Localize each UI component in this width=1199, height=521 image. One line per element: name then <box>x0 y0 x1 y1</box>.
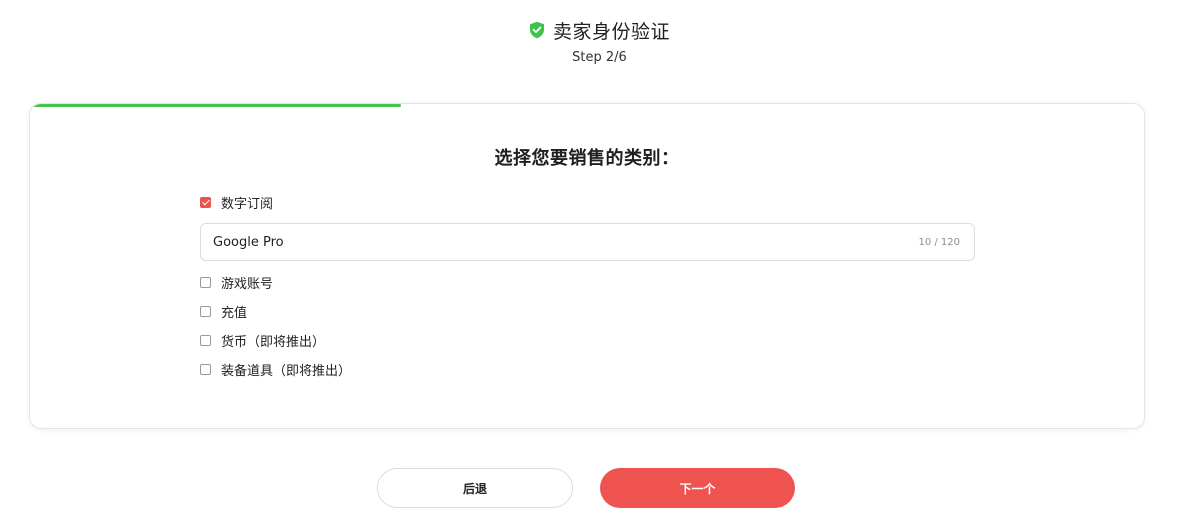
seller-verification-page: 卖家身份验证 Step 2/6 选择您要销售的类别： 数字订阅 Google P… <box>0 0 1199 521</box>
option-digital-subscription[interactable]: 数字订阅 <box>200 192 273 212</box>
category-card: 选择您要销售的类别： 数字订阅 Google Pro 10 / 120 游戏账号… <box>29 103 1145 429</box>
option-label: 货币（即将推出） <box>221 334 326 350</box>
progress-bar-fill <box>30 104 401 107</box>
step-indicator: Step 2/6 <box>572 50 627 65</box>
shield-check-icon <box>529 21 545 39</box>
subscription-name-input[interactable]: Google Pro 10 / 120 <box>200 223 975 261</box>
checkbox-currency[interactable] <box>200 334 211 346</box>
back-button[interactable]: 后退 <box>377 468 573 508</box>
option-currency[interactable]: 货币（即将推出） <box>200 330 325 350</box>
option-game-account[interactable]: 游戏账号 <box>200 272 273 292</box>
page-title: 卖家身份验证 <box>552 20 670 43</box>
next-button[interactable]: 下一个 <box>600 468 795 508</box>
subscription-name-value[interactable]: Google Pro <box>213 235 284 250</box>
option-label: 游戏账号 <box>221 276 274 292</box>
progress-bar <box>30 104 1144 107</box>
category-question: 选择您要销售的类别： <box>494 148 680 169</box>
character-counter: 10 / 120 <box>918 236 960 248</box>
option-label: 装备道具（即将推出） <box>221 363 352 379</box>
option-items[interactable]: 装备道具（即将推出） <box>200 359 351 379</box>
checkbox-items[interactable] <box>200 363 211 375</box>
checkbox-game-account[interactable] <box>200 276 211 288</box>
checkbox-digital-subscription[interactable] <box>200 196 211 208</box>
option-label: 充值 <box>221 305 248 321</box>
option-top-up[interactable]: 充值 <box>200 301 247 321</box>
option-label: 数字订阅 <box>221 196 274 212</box>
checkbox-top-up[interactable] <box>200 305 211 317</box>
title-row: 卖家身份验证 <box>529 16 670 44</box>
page-header: 卖家身份验证 Step 2/6 <box>0 16 1199 65</box>
